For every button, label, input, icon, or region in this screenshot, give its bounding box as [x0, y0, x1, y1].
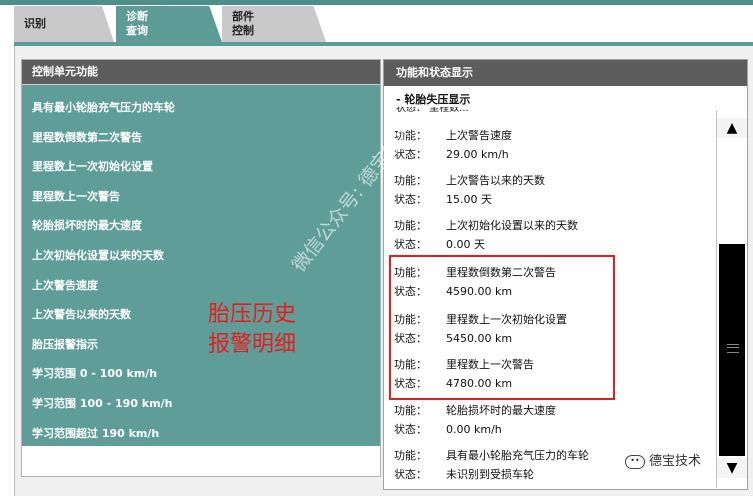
control-unit-functions-panel: 控制单元功能 具有最小轮胎充气压力的车轮 里程数倒数第二次警告 里程数上一次初始… — [21, 59, 381, 477]
status-entry: 功能： 具有最小轮胎充气压力的车轮 状态： 未识别到受损车轮 — [394, 446, 589, 484]
clipped-row: 状态： 里程数... — [396, 107, 469, 114]
state-value: 29.00 km/h — [446, 148, 509, 161]
status-entry: 功能： 轮胎损坏时的最大速度 状态： 0.00 km/h — [394, 401, 556, 439]
wechat-icon: •• — [625, 454, 645, 469]
state-value: 0.00 km/h — [446, 423, 502, 436]
top-accent-bar — [0, 0, 753, 5]
function-label: 功能： — [394, 449, 427, 462]
tab-identification-label: 识别 — [24, 17, 46, 30]
scroll-up-arrow-icon[interactable]: ▲ — [717, 118, 747, 138]
function-label: 功能： — [394, 174, 427, 187]
function-label: 功能： — [394, 219, 427, 232]
tab-diagnostic-query-label: 诊断 查询 — [126, 10, 148, 37]
list-item[interactable]: 具有最小轮胎充气压力的车轮 — [22, 93, 380, 123]
function-label: 功能： — [394, 404, 427, 417]
status-entry: 功能： 上次初始化设置以来的天数 状态： 0.00 天 — [394, 216, 578, 254]
annotation-line-1: 胎压历史 — [208, 302, 297, 327]
function-name: 上次警告以来的天数 — [446, 174, 545, 187]
list-item[interactable]: 胎压报警指示 — [22, 330, 380, 360]
state-value: 未识别到受损车轮 — [446, 468, 534, 481]
status-entry: 功能： 上次警告以来的天数 状态： 15.00 天 — [394, 171, 545, 209]
state-value: 15.00 天 — [446, 193, 492, 206]
state-label: 状态： — [394, 193, 427, 206]
list-item[interactable]: 学习范围 0 - 100 km/h — [22, 359, 380, 389]
tab-diagnostic-query[interactable]: 诊断 查询 — [116, 6, 222, 42]
state-value: 0.00 天 — [446, 238, 485, 251]
list-item[interactable]: 上次警告速度 — [22, 271, 380, 301]
list-item[interactable]: 里程数倒数第二次警告 — [22, 123, 380, 153]
function-name: 上次初始化设置以来的天数 — [446, 219, 578, 232]
brand-name: 德宝技术 — [649, 454, 702, 469]
brand-logo: •• 德宝技术 — [625, 450, 701, 469]
function-status-title: 功能和状态显示 — [384, 60, 747, 86]
control-unit-functions-title: 控制单元功能 — [22, 60, 380, 85]
function-list: 具有最小轮胎充气压力的车轮 里程数倒数第二次警告 里程数上一次初始化设置 里程数… — [22, 85, 380, 446]
function-name: 轮胎损坏时的最大速度 — [446, 404, 556, 417]
tab-component-control[interactable]: 部件 控制 — [222, 6, 326, 42]
function-name: 具有最小轮胎充气压力的车轮 — [446, 449, 589, 462]
annotation-line-2: 报警明细 — [208, 332, 297, 357]
grip-icon — [727, 344, 739, 353]
section-subtitle: - 轮胎失压显示 — [396, 93, 471, 106]
list-item[interactable]: 上次警告以来的天数 — [22, 300, 380, 330]
scrollbar-thumb[interactable] — [719, 244, 745, 456]
function-name: 上次警告速度 — [446, 129, 512, 142]
list-item[interactable]: 学习范围 100 - 190 km/h — [22, 389, 380, 419]
scroll-down-arrow-icon[interactable]: ▼ — [717, 458, 747, 478]
vertical-scrollbar[interactable]: ▲ ▼ — [716, 110, 747, 488]
state-label: 状态： — [394, 468, 427, 481]
list-item[interactable]: 学习范围超过 190 km/h — [22, 419, 380, 449]
annotation-text: 胎压历史 报警明细 — [208, 300, 296, 360]
state-label: 状态： — [394, 423, 427, 436]
highlight-box — [389, 255, 615, 400]
list-item[interactable]: 里程数上一次初始化设置 — [22, 152, 380, 182]
tab-identification[interactable]: 识别 — [14, 6, 114, 42]
state-label: 状态： — [394, 238, 427, 251]
tab-component-control-label: 部件 控制 — [232, 10, 254, 37]
